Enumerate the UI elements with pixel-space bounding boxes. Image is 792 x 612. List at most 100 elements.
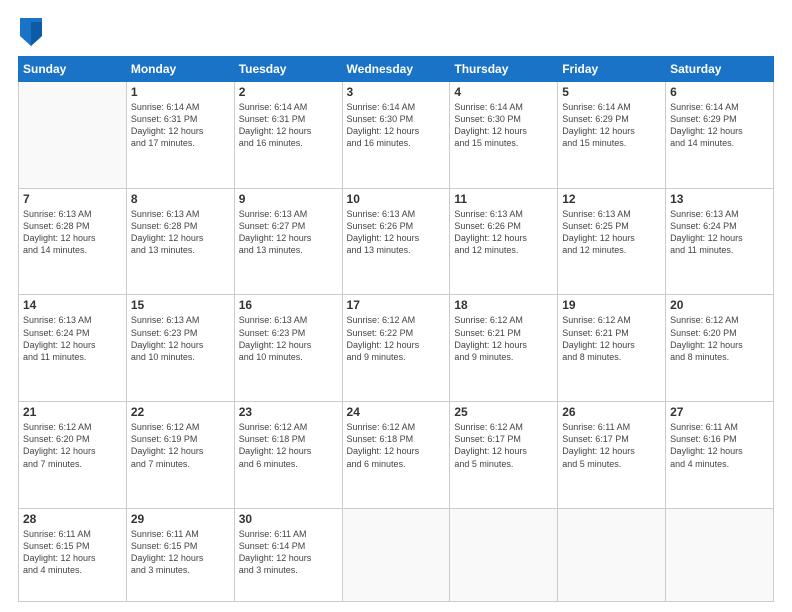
calendar-header-tuesday: Tuesday bbox=[234, 57, 342, 82]
calendar-week-row: 28 Sunrise: 6:11 AM Sunset: 6:15 PM Dayli… bbox=[19, 508, 774, 601]
day-info: Sunrise: 6:13 AM Sunset: 6:23 PM Dayligh… bbox=[239, 314, 338, 363]
calendar-cell: 26 Sunrise: 6:11 AM Sunset: 6:17 PM Dayli… bbox=[558, 402, 666, 509]
calendar-cell: 2 Sunrise: 6:14 AM Sunset: 6:31 PM Daylig… bbox=[234, 82, 342, 189]
day-number: 6 bbox=[670, 85, 769, 99]
day-number: 11 bbox=[454, 192, 553, 206]
calendar-cell: 4 Sunrise: 6:14 AM Sunset: 6:30 PM Daylig… bbox=[450, 82, 558, 189]
calendar-header-thursday: Thursday bbox=[450, 57, 558, 82]
calendar-cell: 30 Sunrise: 6:11 AM Sunset: 6:14 PM Dayli… bbox=[234, 508, 342, 601]
calendar-week-row: 1 Sunrise: 6:14 AM Sunset: 6:31 PM Daylig… bbox=[19, 82, 774, 189]
calendar-cell: 10 Sunrise: 6:13 AM Sunset: 6:26 PM Dayli… bbox=[342, 188, 450, 295]
day-number: 25 bbox=[454, 405, 553, 419]
day-number: 16 bbox=[239, 298, 338, 312]
day-info: Sunrise: 6:13 AM Sunset: 6:28 PM Dayligh… bbox=[23, 208, 122, 257]
day-info: Sunrise: 6:11 AM Sunset: 6:15 PM Dayligh… bbox=[23, 528, 122, 577]
logo bbox=[18, 18, 46, 46]
calendar-header-row: SundayMondayTuesdayWednesdayThursdayFrid… bbox=[19, 57, 774, 82]
day-info: Sunrise: 6:12 AM Sunset: 6:19 PM Dayligh… bbox=[131, 421, 230, 470]
calendar-cell: 25 Sunrise: 6:12 AM Sunset: 6:17 PM Dayli… bbox=[450, 402, 558, 509]
day-info: Sunrise: 6:11 AM Sunset: 6:14 PM Dayligh… bbox=[239, 528, 338, 577]
day-number: 7 bbox=[23, 192, 122, 206]
calendar-cell: 14Sunrise: 6:13 AM Sunset: 6:24 PM Dayli… bbox=[19, 295, 127, 402]
calendar-cell: 17 Sunrise: 6:12 AM Sunset: 6:22 PM Dayli… bbox=[342, 295, 450, 402]
calendar-header-saturday: Saturday bbox=[666, 57, 774, 82]
day-info: Sunrise: 6:12 AM Sunset: 6:20 PM Dayligh… bbox=[670, 314, 769, 363]
calendar-cell: 7 Sunrise: 6:13 AM Sunset: 6:28 PM Daylig… bbox=[19, 188, 127, 295]
day-info: Sunrise: 6:12 AM Sunset: 6:20 PM Dayligh… bbox=[23, 421, 122, 470]
day-number: 26 bbox=[562, 405, 661, 419]
day-number: 30 bbox=[239, 512, 338, 526]
day-info: Sunrise: 6:14 AM Sunset: 6:31 PM Dayligh… bbox=[239, 101, 338, 150]
calendar-cell: 22Sunrise: 6:12 AM Sunset: 6:19 PM Dayli… bbox=[126, 402, 234, 509]
calendar-cell: 6 Sunrise: 6:14 AM Sunset: 6:29 PM Daylig… bbox=[666, 82, 774, 189]
calendar-cell bbox=[342, 508, 450, 601]
calendar-cell bbox=[666, 508, 774, 601]
calendar-cell: 16 Sunrise: 6:13 AM Sunset: 6:23 PM Dayli… bbox=[234, 295, 342, 402]
day-number: 23 bbox=[239, 405, 338, 419]
day-info: Sunrise: 6:14 AM Sunset: 6:30 PM Dayligh… bbox=[454, 101, 553, 150]
day-number: 3 bbox=[347, 85, 446, 99]
header bbox=[18, 18, 774, 46]
day-number: 21 bbox=[23, 405, 122, 419]
day-info: Sunrise: 6:13 AM Sunset: 6:23 PM Dayligh… bbox=[131, 314, 230, 363]
calendar-cell: 28 Sunrise: 6:11 AM Sunset: 6:15 PM Dayli… bbox=[19, 508, 127, 601]
day-info: Sunrise: 6:14 AM Sunset: 6:29 PM Dayligh… bbox=[670, 101, 769, 150]
day-number: 1 bbox=[131, 85, 230, 99]
calendar-week-row: 7 Sunrise: 6:13 AM Sunset: 6:28 PM Daylig… bbox=[19, 188, 774, 295]
calendar-header-wednesday: Wednesday bbox=[342, 57, 450, 82]
calendar-cell: 11 Sunrise: 6:13 AM Sunset: 6:26 PM Dayli… bbox=[450, 188, 558, 295]
calendar-cell: 23 Sunrise: 6:12 AM Sunset: 6:18 PM Dayli… bbox=[234, 402, 342, 509]
day-number: 15 bbox=[131, 298, 230, 312]
calendar-cell: 27Sunrise: 6:11 AM Sunset: 6:16 PM Dayli… bbox=[666, 402, 774, 509]
day-info: Sunrise: 6:12 AM Sunset: 6:21 PM Dayligh… bbox=[562, 314, 661, 363]
day-number: 29 bbox=[131, 512, 230, 526]
calendar-cell: 21 Sunrise: 6:12 AM Sunset: 6:20 PM Dayli… bbox=[19, 402, 127, 509]
day-number: 20 bbox=[670, 298, 769, 312]
day-number: 13 bbox=[670, 192, 769, 206]
day-number: 10 bbox=[347, 192, 446, 206]
day-number: 4 bbox=[454, 85, 553, 99]
day-number: 2 bbox=[239, 85, 338, 99]
day-info: Sunrise: 6:12 AM Sunset: 6:18 PM Dayligh… bbox=[347, 421, 446, 470]
calendar-cell: 9Sunrise: 6:13 AM Sunset: 6:27 PM Daylig… bbox=[234, 188, 342, 295]
calendar-header-sunday: Sunday bbox=[19, 57, 127, 82]
calendar: SundayMondayTuesdayWednesdayThursdayFrid… bbox=[18, 56, 774, 602]
calendar-cell: 1 Sunrise: 6:14 AM Sunset: 6:31 PM Daylig… bbox=[126, 82, 234, 189]
calendar-cell bbox=[450, 508, 558, 601]
day-info: Sunrise: 6:13 AM Sunset: 6:25 PM Dayligh… bbox=[562, 208, 661, 257]
day-number: 28 bbox=[23, 512, 122, 526]
calendar-cell: 15 Sunrise: 6:13 AM Sunset: 6:23 PM Dayli… bbox=[126, 295, 234, 402]
calendar-cell: 19 Sunrise: 6:12 AM Sunset: 6:21 PM Dayli… bbox=[558, 295, 666, 402]
day-info: Sunrise: 6:12 AM Sunset: 6:21 PM Dayligh… bbox=[454, 314, 553, 363]
day-info: Sunrise: 6:13 AM Sunset: 6:24 PM Dayligh… bbox=[23, 314, 122, 363]
day-number: 17 bbox=[347, 298, 446, 312]
calendar-cell bbox=[19, 82, 127, 189]
calendar-week-row: 14Sunrise: 6:13 AM Sunset: 6:24 PM Dayli… bbox=[19, 295, 774, 402]
calendar-week-row: 21 Sunrise: 6:12 AM Sunset: 6:20 PM Dayli… bbox=[19, 402, 774, 509]
day-info: Sunrise: 6:13 AM Sunset: 6:24 PM Dayligh… bbox=[670, 208, 769, 257]
day-info: Sunrise: 6:13 AM Sunset: 6:26 PM Dayligh… bbox=[454, 208, 553, 257]
day-info: Sunrise: 6:14 AM Sunset: 6:31 PM Dayligh… bbox=[131, 101, 230, 150]
day-number: 27 bbox=[670, 405, 769, 419]
day-info: Sunrise: 6:13 AM Sunset: 6:26 PM Dayligh… bbox=[347, 208, 446, 257]
day-number: 18 bbox=[454, 298, 553, 312]
calendar-cell bbox=[558, 508, 666, 601]
calendar-header-friday: Friday bbox=[558, 57, 666, 82]
day-info: Sunrise: 6:12 AM Sunset: 6:22 PM Dayligh… bbox=[347, 314, 446, 363]
calendar-cell: 8 Sunrise: 6:13 AM Sunset: 6:28 PM Daylig… bbox=[126, 188, 234, 295]
calendar-cell: 20 Sunrise: 6:12 AM Sunset: 6:20 PM Dayli… bbox=[666, 295, 774, 402]
day-number: 8 bbox=[131, 192, 230, 206]
logo-icon bbox=[20, 18, 42, 46]
day-number: 5 bbox=[562, 85, 661, 99]
day-number: 24 bbox=[347, 405, 446, 419]
day-info: Sunrise: 6:13 AM Sunset: 6:28 PM Dayligh… bbox=[131, 208, 230, 257]
day-info: Sunrise: 6:12 AM Sunset: 6:18 PM Dayligh… bbox=[239, 421, 338, 470]
page: SundayMondayTuesdayWednesdayThursdayFrid… bbox=[0, 0, 792, 612]
calendar-cell: 13 Sunrise: 6:13 AM Sunset: 6:24 PM Dayli… bbox=[666, 188, 774, 295]
day-info: Sunrise: 6:12 AM Sunset: 6:17 PM Dayligh… bbox=[454, 421, 553, 470]
calendar-cell: 5Sunrise: 6:14 AM Sunset: 6:29 PM Daylig… bbox=[558, 82, 666, 189]
day-info: Sunrise: 6:14 AM Sunset: 6:30 PM Dayligh… bbox=[347, 101, 446, 150]
day-number: 19 bbox=[562, 298, 661, 312]
day-info: Sunrise: 6:11 AM Sunset: 6:17 PM Dayligh… bbox=[562, 421, 661, 470]
day-number: 12 bbox=[562, 192, 661, 206]
